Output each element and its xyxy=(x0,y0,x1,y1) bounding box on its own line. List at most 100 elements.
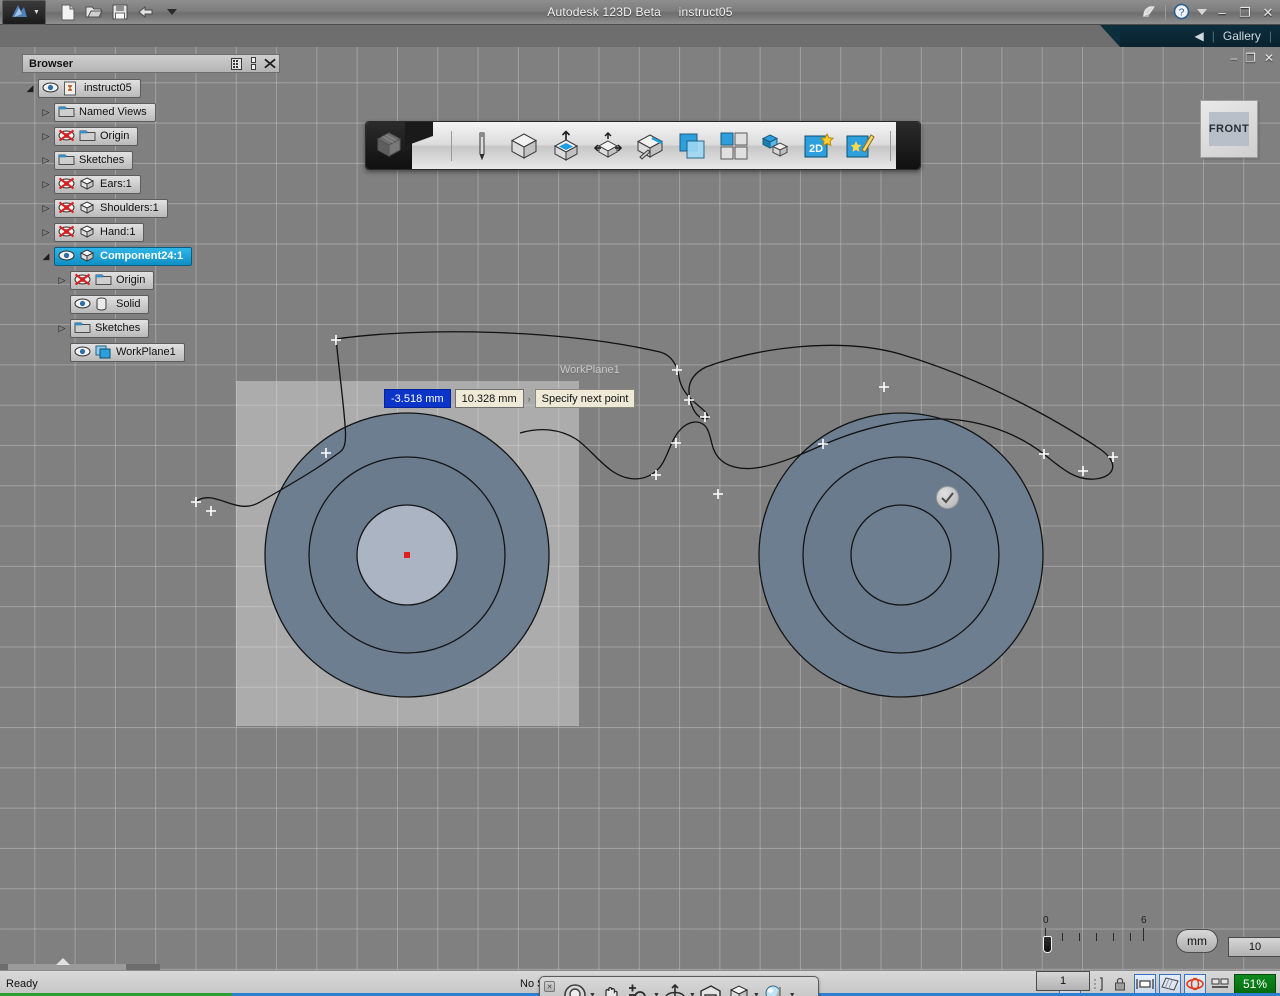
tree-expander-icon[interactable]: ◢ xyxy=(22,83,38,93)
canvas-horizontal-scrollbar[interactable] xyxy=(0,958,160,970)
open-file-icon[interactable] xyxy=(84,2,104,22)
scale-ruler[interactable]: 0 6 xyxy=(1030,915,1150,953)
browser-filter-icon[interactable] xyxy=(230,57,242,70)
dimension-x-input[interactable]: -3.518 mm xyxy=(384,389,451,408)
window-restore-button[interactable]: ❐ xyxy=(1237,5,1253,21)
gallery-collapse-icon[interactable]: ◀ xyxy=(1195,29,1204,43)
zoom-tool[interactable]: ▼ xyxy=(626,982,660,996)
view-cube-face-label[interactable]: FRONT xyxy=(1209,112,1249,146)
app-logo-caret-icon: ▼ xyxy=(33,8,40,16)
window-close-button[interactable]: ✕ xyxy=(1260,5,1276,21)
tree-expander-icon[interactable]: ▷ xyxy=(38,107,54,117)
orbit-constraint-icon[interactable] xyxy=(1184,974,1206,994)
tree-expander-icon[interactable]: ◢ xyxy=(38,251,54,261)
eye-off-icon[interactable] xyxy=(58,177,75,192)
scale-minor-value-input[interactable]: 1 xyxy=(1036,971,1090,991)
eye-icon[interactable] xyxy=(42,81,59,96)
document-close-button[interactable]: ✕ xyxy=(1264,51,1274,65)
steering-wheel-caret-icon[interactable]: ▼ xyxy=(589,992,596,996)
toolbar-logo-cap xyxy=(366,122,434,169)
look-at-tool[interactable]: ▼ xyxy=(762,982,796,996)
sidebar-item-shoulders-1[interactable]: Shoulders:1 xyxy=(54,198,168,218)
confirm-checkmark-badge[interactable] xyxy=(936,486,959,509)
orbit-caret-icon[interactable]: ▼ xyxy=(689,992,696,996)
eye-off-icon[interactable] xyxy=(58,201,75,216)
scale-slider-handle[interactable] xyxy=(1043,936,1052,953)
dimension-y-input[interactable]: 10.328 mm xyxy=(454,389,524,408)
sidebar-item-instruct05[interactable]: instruct05 xyxy=(38,78,141,98)
zoom-caret-icon[interactable]: ▼ xyxy=(653,992,660,996)
sketch-pencil-tool[interactable] xyxy=(465,128,499,164)
grid-snap-tool[interactable] xyxy=(717,128,751,164)
document-restore-button[interactable]: ❐ xyxy=(1245,51,1256,65)
qat-dropdown-icon[interactable] xyxy=(162,2,182,22)
sidebar-item-component24-1[interactable]: Component24:1 xyxy=(54,246,193,266)
gallery-label[interactable]: Gallery xyxy=(1223,29,1261,43)
help-icon[interactable]: ? xyxy=(1173,3,1190,23)
window-minimize-button[interactable]: – xyxy=(1214,5,1230,20)
app-logo-button[interactable]: ▼ xyxy=(2,0,46,25)
sidebar-item-label: Sketches xyxy=(95,322,141,334)
assembly-tool[interactable] xyxy=(759,128,793,164)
tree-expander-icon[interactable]: ▷ xyxy=(54,275,70,285)
sidebar-item-origin[interactable]: Origin xyxy=(70,270,155,290)
eye-off-icon[interactable] xyxy=(58,225,75,240)
orbit-tool[interactable]: ▼ xyxy=(662,982,696,996)
help-dropdown-icon[interactable] xyxy=(1197,7,1207,19)
sidebar-item-sketches[interactable]: Sketches xyxy=(54,150,134,170)
units-button[interactable]: mm xyxy=(1176,929,1218,953)
view-cube-caret-icon[interactable]: ▼ xyxy=(753,992,760,996)
eye-off-icon[interactable] xyxy=(74,273,91,288)
sidebar-item-ears-1[interactable]: Ears:1 xyxy=(54,174,141,194)
extrude-tool[interactable] xyxy=(549,128,583,164)
gallery-divider-left: | xyxy=(1211,29,1215,43)
steering-wheel-tool[interactable]: ▼ xyxy=(562,982,596,996)
primitives-cube-tool[interactable] xyxy=(507,128,541,164)
browser-header: Browser xyxy=(22,54,232,73)
tree-expander-icon[interactable]: ▷ xyxy=(38,227,54,237)
toolbar-right-cap xyxy=(896,122,920,169)
grid-dimension-icon[interactable] xyxy=(1134,974,1156,994)
sidebar-item-hand-1[interactable]: Hand:1 xyxy=(54,222,145,242)
scale-major-value-input[interactable]: 10 xyxy=(1228,937,1280,957)
smart-tool[interactable] xyxy=(843,128,877,164)
tree-expander-icon[interactable]: ▷ xyxy=(38,179,54,189)
sidebar-item-sketches[interactable]: Sketches xyxy=(70,318,150,338)
tree-expander-icon[interactable]: ▷ xyxy=(54,323,70,333)
view-cube[interactable]: FRONT xyxy=(1200,100,1258,158)
satellite-dish-icon[interactable] xyxy=(1140,3,1158,22)
sidebar-item-origin[interactable]: Origin xyxy=(54,126,139,146)
eye-icon[interactable] xyxy=(74,345,91,360)
sidebar-item-workplane1[interactable]: WorkPlane1 xyxy=(70,342,185,362)
eye-icon[interactable] xyxy=(74,297,91,312)
new-file-icon[interactable] xyxy=(58,2,78,22)
undo-icon[interactable] xyxy=(136,2,156,22)
combine-tool[interactable] xyxy=(675,128,709,164)
display-layout-icon[interactable] xyxy=(1209,974,1231,994)
fit-view-tool[interactable] xyxy=(698,982,724,996)
sidebar-item-named-views[interactable]: Named Views xyxy=(54,102,156,122)
sidebar-item-solid[interactable]: Solid xyxy=(70,294,150,314)
document-minimize-button[interactable]: – xyxy=(1230,51,1237,65)
eye-off-icon[interactable] xyxy=(58,129,75,144)
save-file-icon[interactable] xyxy=(110,2,130,22)
modify-tool[interactable] xyxy=(591,128,625,164)
lock-icon[interactable] xyxy=(1109,974,1131,994)
browser-close-icon[interactable] xyxy=(264,57,276,70)
pattern-sweep-tool[interactable] xyxy=(633,128,667,164)
look-at-caret-icon[interactable]: ▼ xyxy=(789,992,796,996)
browser-dock-icon[interactable] xyxy=(247,57,259,70)
tree-expander-icon[interactable]: ▷ xyxy=(38,155,54,165)
navbar-close-button[interactable]: ✕ xyxy=(544,981,555,992)
tree-expander-icon[interactable]: ▷ xyxy=(38,131,54,141)
grid-plane-icon[interactable] xyxy=(1159,974,1181,994)
eye-icon[interactable] xyxy=(58,249,75,264)
pan-hand-tool[interactable] xyxy=(598,982,624,996)
view-cube-tool[interactable]: ▼ xyxy=(726,982,760,996)
pan-hand-icon xyxy=(598,982,624,996)
tree-expander-icon[interactable]: ▷ xyxy=(38,203,54,213)
steering-wheel-icon xyxy=(562,982,588,996)
zoom-percent-display[interactable]: 51% xyxy=(1234,974,1276,994)
two-d-drawing-tool[interactable]: 2D xyxy=(801,128,835,164)
browser-tree-row: ◢ instruct05 xyxy=(22,78,268,98)
